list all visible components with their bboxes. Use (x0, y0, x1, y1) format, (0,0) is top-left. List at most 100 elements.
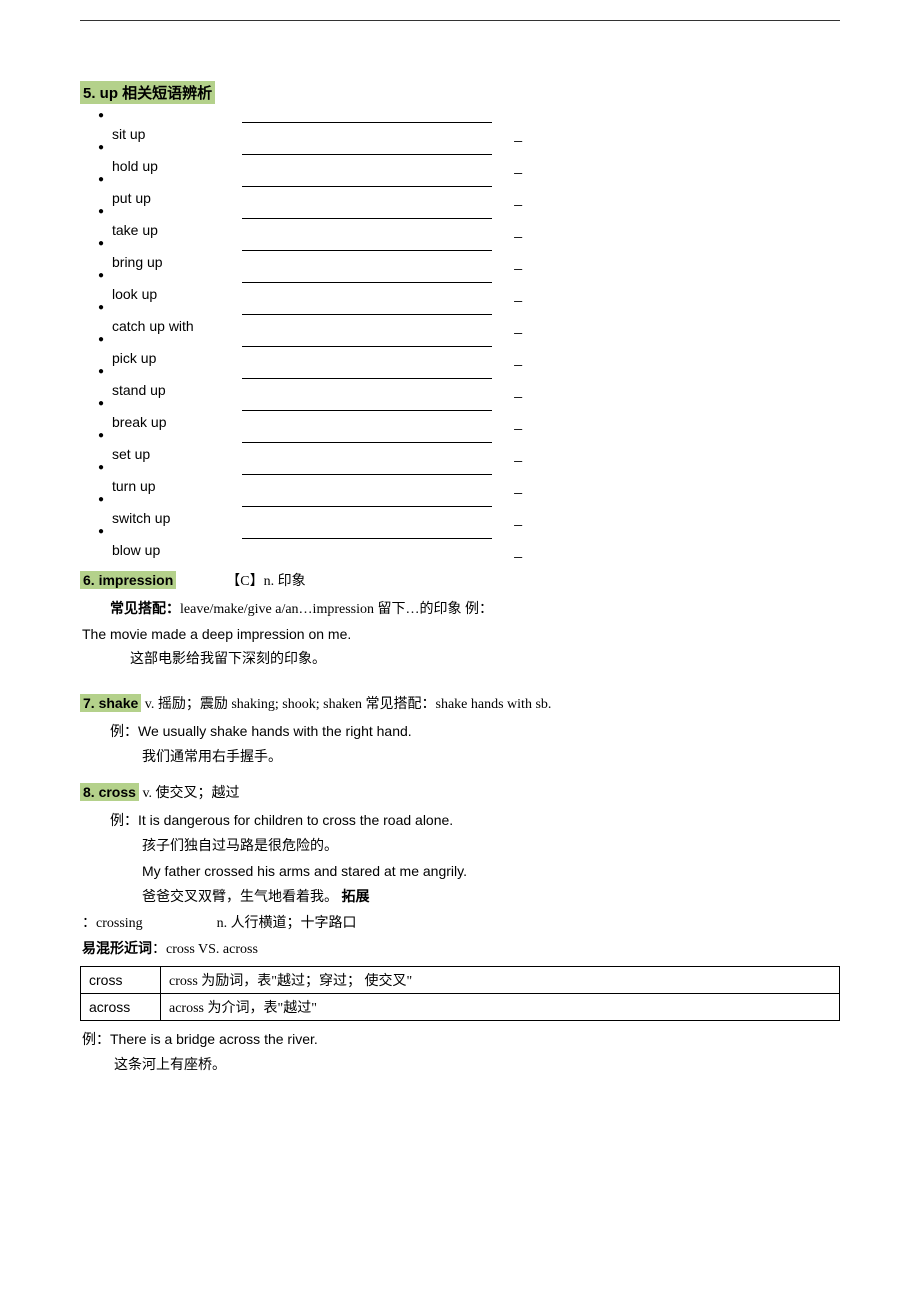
section-6: 6. impression 【C】n. 印象 常见搭配：leave/make/g… (80, 570, 840, 673)
up-item: ●put up _ (98, 174, 840, 206)
blank-line (242, 494, 492, 510)
s8-ext-line: ：crossing (82, 916, 143, 931)
up-item: ●switch up _ (98, 494, 840, 526)
s8-ex1-en: It is dangerous for children to cross th… (138, 812, 453, 828)
collocation-text: leave/make/give a/an…impression 留下…的印象 例… (180, 602, 493, 617)
up-term: turn up (112, 478, 156, 494)
up-item: ●break up _ (98, 398, 840, 430)
s8-ext-def: n. 人行横道；十字路口 (217, 916, 357, 931)
up-item: ●pick up_ (98, 334, 840, 366)
blank-line (242, 334, 492, 350)
up-term: hold up (112, 158, 158, 174)
section-8-pos: v. 使交叉；越过 (139, 786, 240, 801)
blank-tail: _ (514, 126, 522, 142)
section-5: 5. up 相关短语辨析 ●sit up_●hold up_●put up_●t… (80, 81, 840, 558)
cell-cross-def: cross 为励词，表"越过；穿过； 使交叉" (161, 967, 840, 994)
s8-tail-en: There is a bridge across the river. (110, 1031, 318, 1047)
section-8: 8. cross v. 使交叉；越过 例：It is dangerous for… (80, 782, 840, 1079)
s7-example-cn: 我们通常用右手握手。 (142, 750, 282, 765)
bullet-icon: ● (98, 398, 112, 409)
blank-line (242, 174, 492, 190)
section-7-pos: v. 摇励；震励 shaking; shook; shaken 常见搭配：sha… (141, 697, 551, 712)
blank-line (242, 302, 492, 318)
up-item: ●sit up _ (98, 110, 840, 142)
up-term: put up (112, 190, 151, 206)
s6-example-cn: 这部电影给我留下深刻的印象。 (130, 652, 326, 667)
blank-line (242, 398, 492, 414)
blank-line (242, 238, 492, 254)
bullet-icon: ● (98, 206, 112, 217)
bullet-icon: ● (98, 174, 112, 185)
up-term: blow up (112, 542, 160, 558)
s8-tail-cn: 这条河上有座桥。 (114, 1058, 226, 1073)
blank-line (242, 366, 492, 382)
up-item: ●take up _ (98, 206, 840, 238)
blank-tail: _ (514, 190, 522, 206)
up-term: break up (112, 414, 166, 430)
blank-tail: _ (514, 222, 522, 238)
up-term: set up (112, 446, 150, 462)
up-term: catch up with (112, 318, 194, 334)
up-item: ●blow up _ (98, 526, 840, 558)
blank-line (242, 430, 492, 446)
up-item: ●stand up_ (98, 366, 840, 398)
section-5-title: 5. up 相关短语辨析 (80, 81, 215, 104)
blank-tail: _ (514, 446, 522, 462)
up-term: look up (112, 286, 157, 302)
up-term: pick up (112, 350, 156, 366)
bullet-icon: ● (98, 462, 112, 473)
s8-ex2-cn-b: 拓展 (342, 890, 370, 905)
cell-across: across (81, 994, 161, 1021)
section-7: 7. shake v. 摇励；震励 shaking; shook; shaken… (80, 693, 840, 770)
blank-tail: _ (514, 158, 522, 174)
blank-tail: _ (514, 350, 522, 366)
up-term: switch up (112, 510, 170, 526)
section-6-heading: 6. impression (80, 571, 176, 589)
s7-example-label: 例： (110, 725, 138, 740)
blank-line (242, 526, 492, 542)
up-term: take up (112, 222, 158, 238)
blank-line (242, 142, 492, 158)
bullet-icon: ● (98, 110, 112, 121)
blank-tail: _ (514, 414, 522, 430)
collocation-label: 常见搭配： (110, 602, 180, 617)
section-7-heading: 7. shake (80, 694, 141, 712)
section-8-heading: 8. cross (80, 783, 139, 801)
bullet-icon: ● (98, 430, 112, 441)
s6-example-en: The movie made a deep impression on me. (82, 626, 351, 642)
up-term: bring up (112, 254, 163, 270)
blank-line (242, 270, 492, 286)
blank-tail: _ (514, 510, 522, 526)
cell-cross: cross (81, 967, 161, 994)
blank-tail: _ (514, 542, 522, 558)
page-top-rule (80, 20, 840, 21)
up-item: ●hold up _ (98, 142, 840, 174)
bullet-icon: ● (98, 142, 112, 153)
section-6-pos: 【C】n. 印象 (226, 570, 305, 590)
s8-ex2-cn-a: 爸爸交叉双臂，生气地看着我。 (142, 890, 342, 905)
bullet-icon: ● (98, 494, 112, 505)
s8-ex1-cn: 孩子们独自过马路是很危险的。 (142, 839, 338, 854)
up-term: sit up (112, 126, 145, 142)
compare-table: cross cross 为励词，表"越过；穿过； 使交叉" across acr… (80, 966, 840, 1021)
blank-tail: _ (514, 254, 522, 270)
blank-line (242, 462, 492, 478)
s8-confuse-label: 易混形近词 (82, 942, 152, 957)
blank-tail: _ (514, 286, 522, 302)
s8-confuse-text: ：cross VS. across (152, 942, 258, 957)
up-item: ●look up _ (98, 270, 840, 302)
blank-tail: _ (514, 318, 522, 334)
up-item: ●set up _ (98, 430, 840, 462)
blank-line (242, 110, 492, 126)
up-term: stand up (112, 382, 166, 398)
bullet-icon: ● (98, 366, 112, 377)
s8-example-label: 例： (110, 814, 138, 829)
up-phrase-list: ●sit up_●hold up_●put up_●take up_●bring… (98, 110, 840, 558)
bullet-icon: ● (98, 270, 112, 281)
blank-tail: _ (514, 478, 522, 494)
s8-ex2-en: My father crossed his arms and stared at… (142, 863, 467, 879)
blank-line (242, 206, 492, 222)
table-row: cross cross 为励词，表"越过；穿过； 使交叉" (81, 967, 840, 994)
up-item: ●turn up _ (98, 462, 840, 494)
bullet-icon: ● (98, 526, 112, 537)
